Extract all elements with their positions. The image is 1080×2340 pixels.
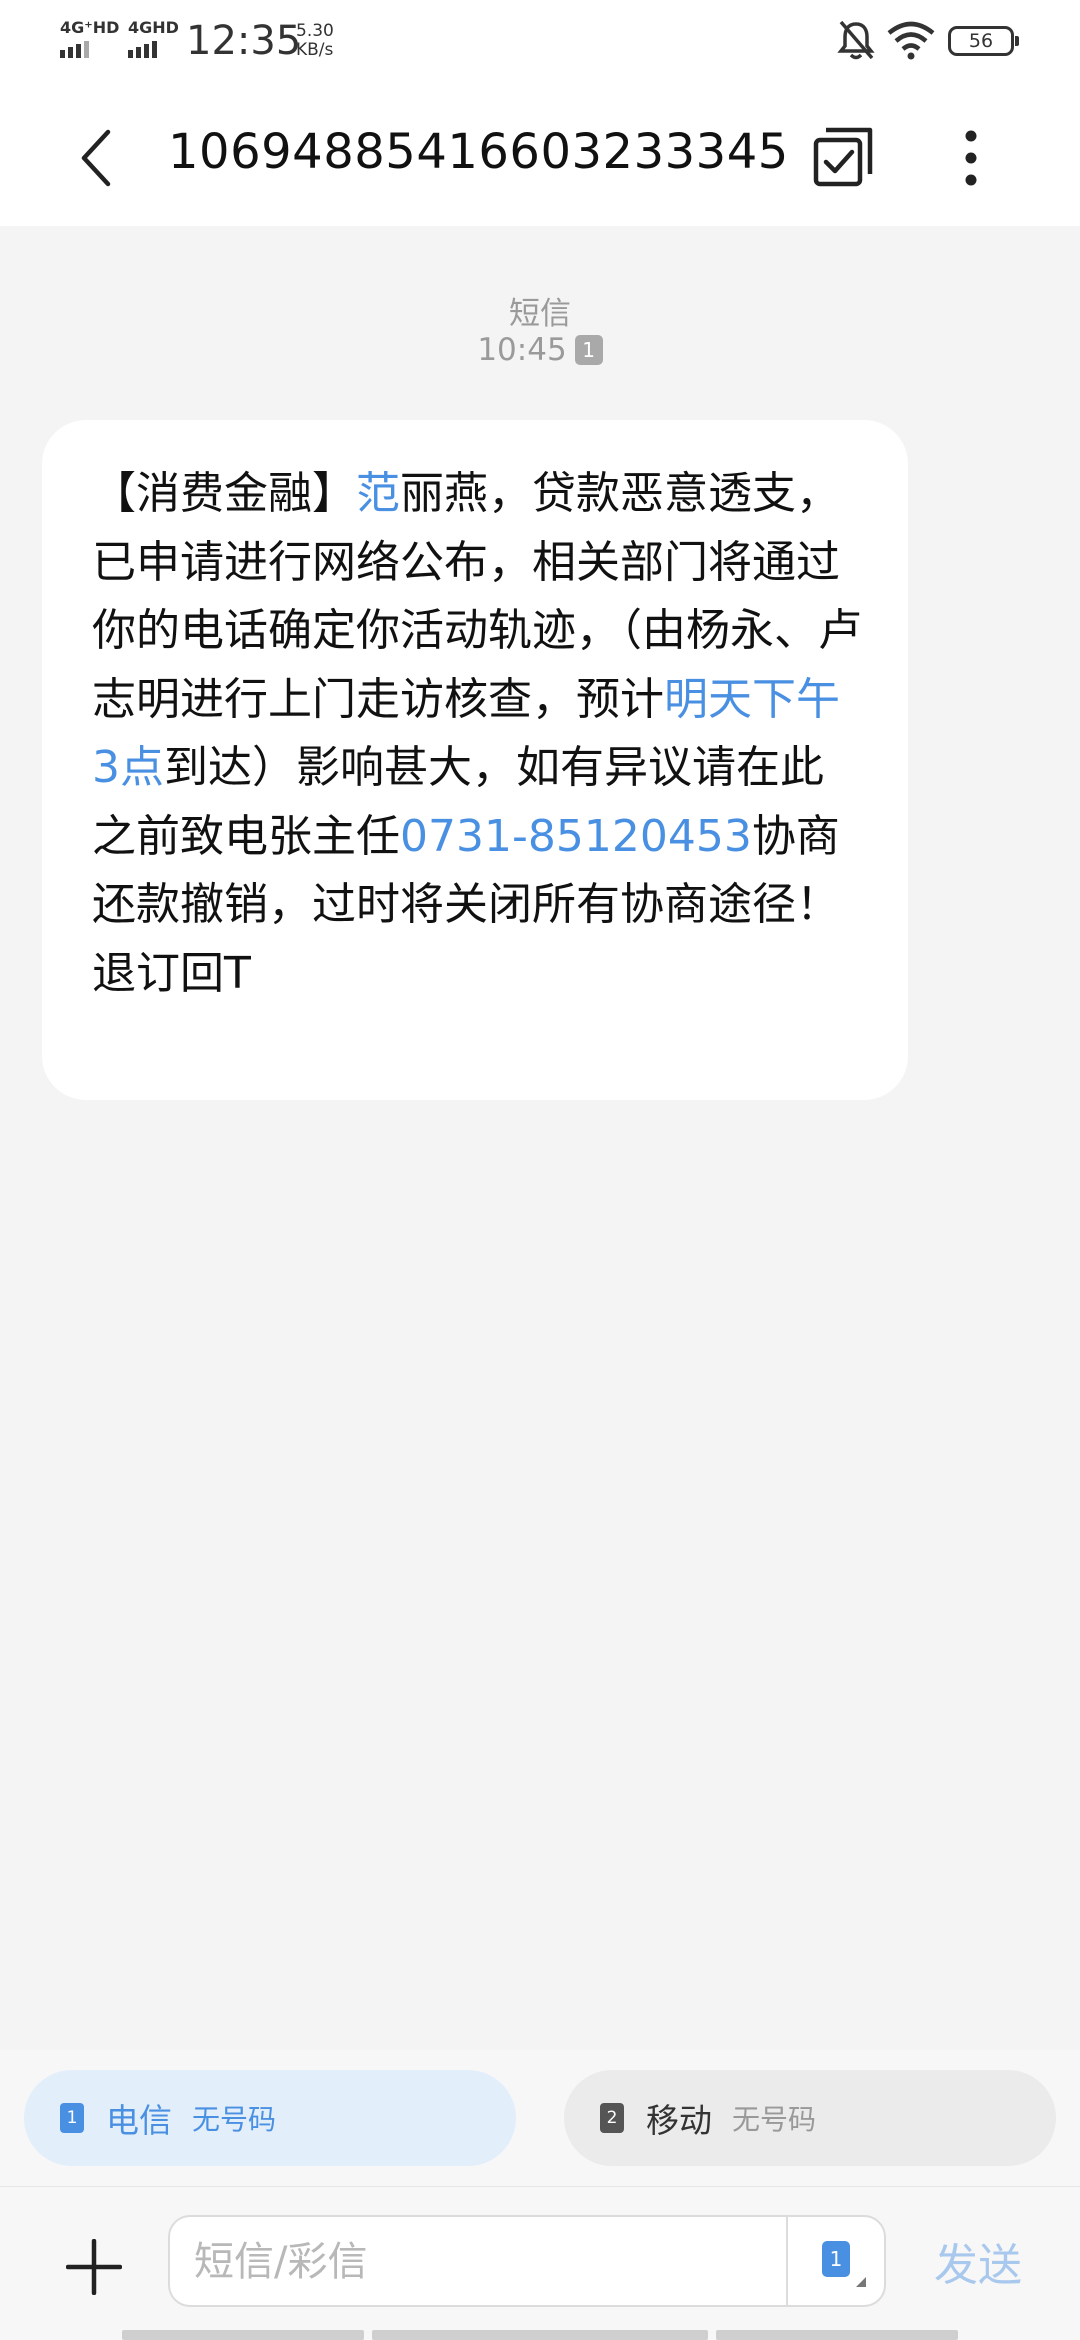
status-time: 12:35 [186,18,302,64]
nav-hint-bar [372,2330,708,2340]
dropdown-corner-icon [856,2277,866,2287]
sim1-number: 无号码 [192,2103,277,2136]
chevron-left-icon[interactable] [76,126,116,194]
sim-card-icon: 1 [822,2241,850,2277]
message-bubble[interactable]: 【消费金融】范丽燕，贷款恶意透支，已申请进行网络公布，相关部门将通过你的电话确定… [42,420,908,1100]
sim2-number: 无号码 [732,2103,817,2136]
sim-badge: 1 [574,335,603,365]
message-input-box: 1 [168,2215,886,2307]
sim-selector-bar: 1 电信 无号码 2 移动 无号码 [0,2050,1080,2186]
sim-card-icon: 2 [600,2103,624,2133]
sim-switch-button[interactable]: 1 [786,2217,886,2305]
sim1-button[interactable]: 1 电信 无号码 [24,2070,516,2166]
more-vertical-icon[interactable] [964,130,978,190]
message-time: 10:45 [477,332,567,368]
nav-hint-bar [122,2330,364,2340]
message-input[interactable] [192,2217,756,2307]
sim1-carrier: 电信 [106,2101,172,2140]
sim-card-icon: 1 [60,2103,84,2133]
bell-muted-icon [836,18,876,66]
send-button[interactable]: 发送 [934,2229,1022,2293]
battery-level: 56 [968,30,994,52]
wifi-icon [886,20,936,64]
message-text-segment: 【消费金融】 [92,468,356,519]
message-composer: 1 发送 [0,2186,1080,2340]
multi-select-check-icon[interactable] [812,126,876,194]
conversation-header: 10694885416603233345 [0,90,1080,226]
signal-sim1-icon: 4G⁺HD [60,18,119,58]
message-link-name[interactable]: 范 [356,468,400,519]
signal-sim2-icon: 4GHD [128,18,179,58]
message-type-label: 短信 [509,296,571,332]
network-speed-value: 5.30 [296,21,334,41]
network-speed-unit: KB/s [296,40,334,60]
signal-sim1-label: 4G⁺HD [60,18,120,37]
battery-icon: 56 [948,26,1019,56]
sim2-button[interactable]: 2 移动 无号码 [564,2070,1056,2166]
message-timestamp: 10:45 1 [0,332,1080,368]
nav-hint-bar [716,2330,958,2340]
signal-sim2-label: 4GHD [128,18,179,37]
status-bar: 4G⁺HD 4GHD 12:35 5.30 KB/s 56 [0,0,1080,90]
sim2-carrier: 移动 [646,2101,712,2140]
plus-icon[interactable] [65,2238,123,2299]
network-speed: 5.30 KB/s [296,22,334,60]
sender-number-title: 10694885416603233345 [168,124,789,180]
message-link-phone[interactable]: 0731-85120453 [400,811,752,862]
